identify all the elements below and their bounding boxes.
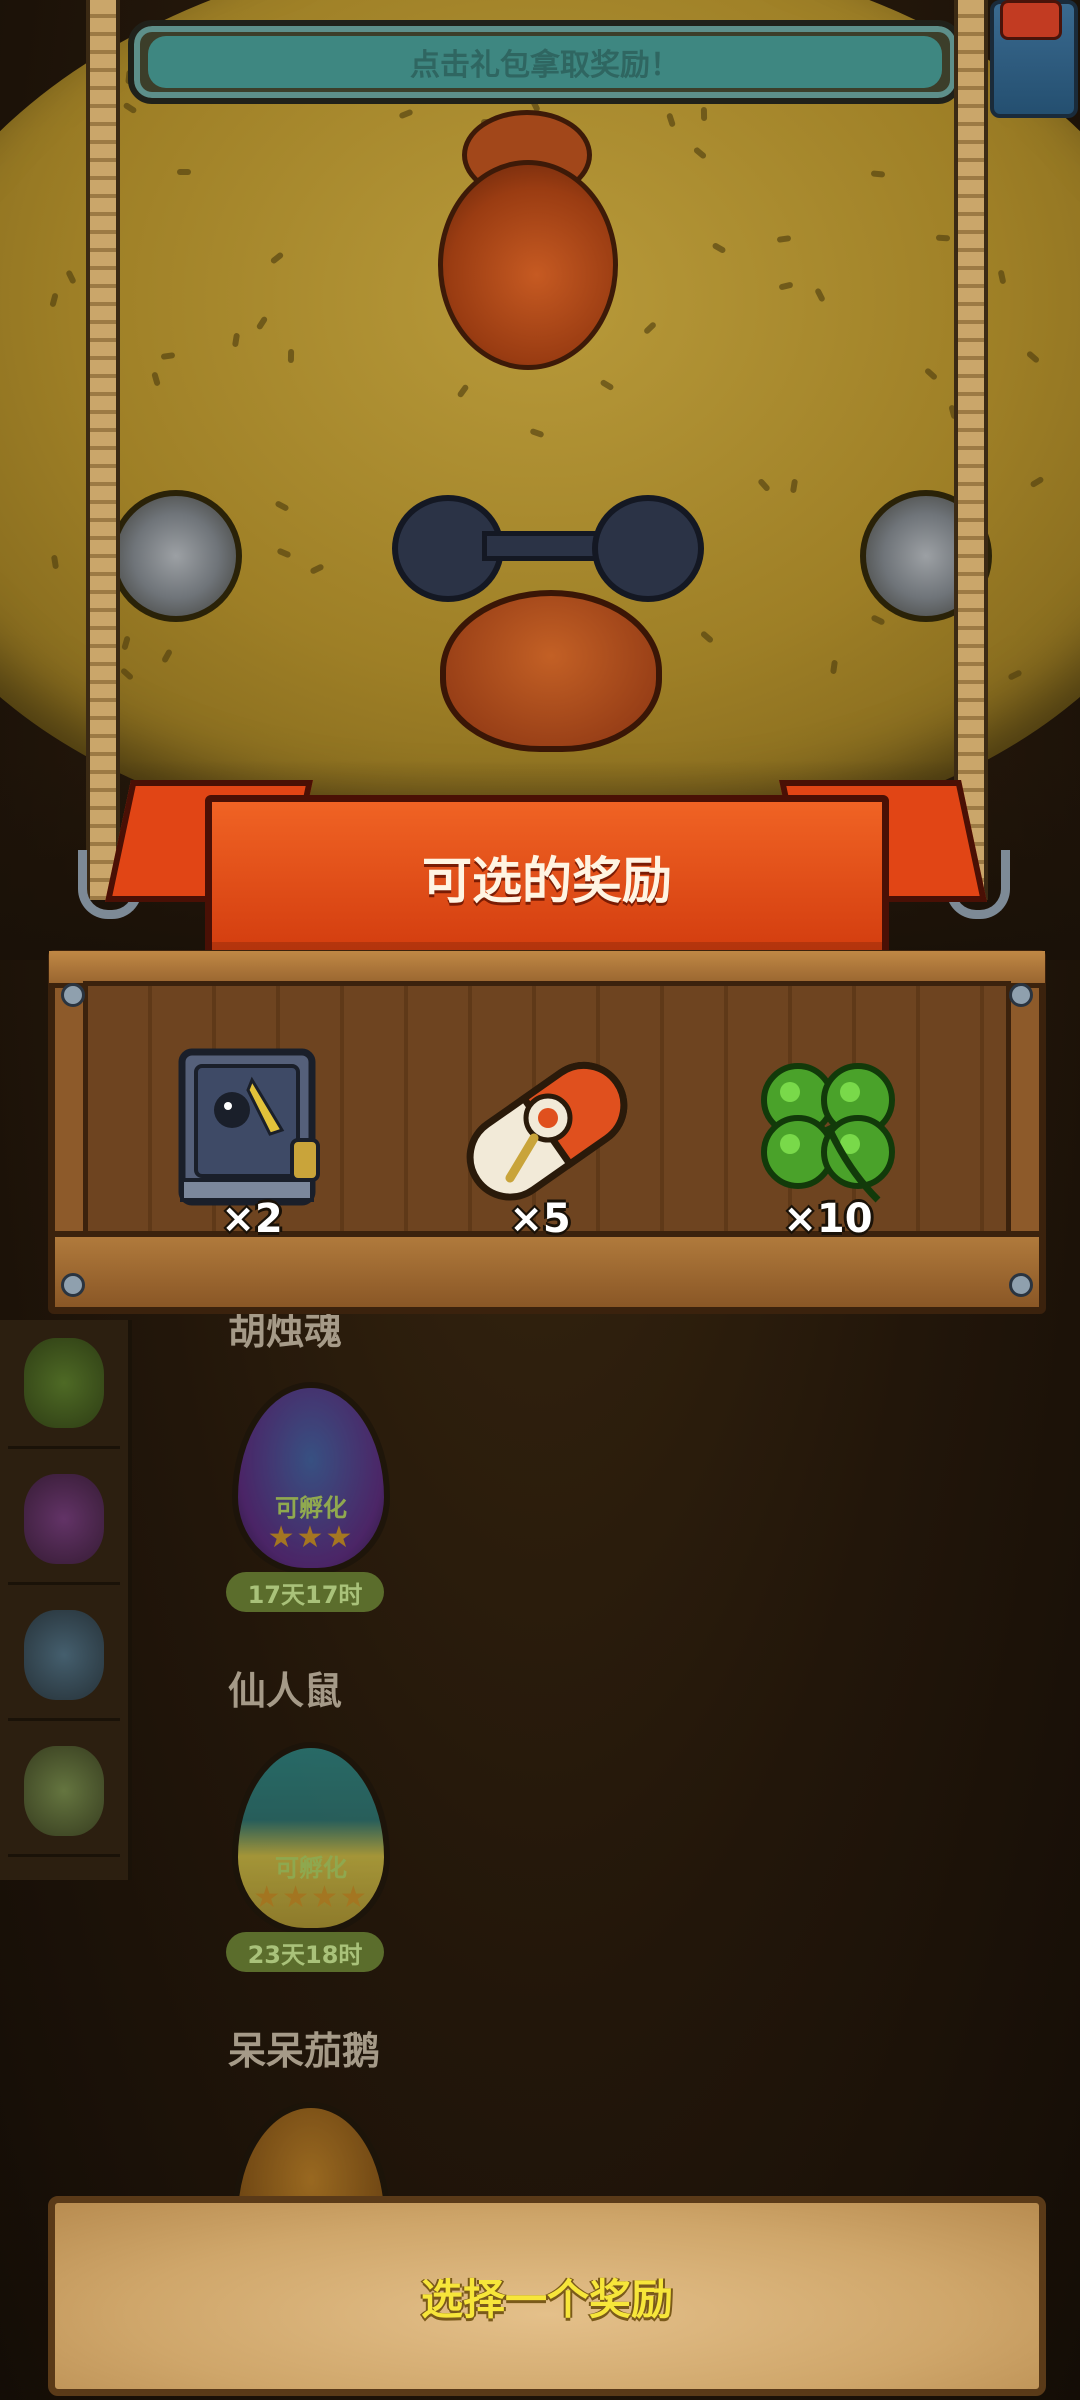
sidebar-item-grass[interactable] (8, 1728, 120, 1857)
goggles-icon (392, 495, 704, 602)
reward-count: ×2 (221, 1196, 283, 1242)
egg-timer: 17天17时 (226, 1572, 384, 1612)
egg-item[interactable]: 可孵化 ★★★ (232, 1382, 390, 1574)
reward-count: ×10 (783, 1196, 873, 1242)
select-reward-label: 选择一个奖励 (420, 2274, 673, 2324)
rope-right (954, 0, 988, 900)
egg-timer: 23天18时 (226, 1932, 384, 1972)
egg-name: 仙人鼠 (228, 1669, 343, 1713)
hatchable-label: 可孵化 (275, 1494, 347, 1522)
hint-banner: 点击礼包拿取奖励！ (128, 20, 962, 104)
eggplant-creature-icon (24, 1474, 104, 1564)
fur-speck (176, 168, 191, 175)
sidebar-item-chameleon[interactable] (8, 1592, 120, 1721)
fur-speck (936, 234, 951, 242)
reward-option-pill[interactable]: ×5 (440, 1040, 640, 1250)
rivet-icon (1009, 983, 1033, 1007)
grass-creature-icon (24, 1746, 104, 1836)
reward-title-ribbon: 可选的奖励 (205, 795, 889, 959)
rivet-icon (61, 983, 85, 1007)
sidebar-item-eggplant[interactable] (8, 1456, 120, 1585)
egg-item[interactable]: 可孵化 ★★★★ (232, 1742, 390, 1934)
creature-left-eye (110, 490, 242, 622)
sidebar-item-cactus[interactable] (8, 1320, 120, 1449)
gift-bow-icon (1000, 0, 1062, 40)
star-rating: ★★★ (267, 1520, 355, 1555)
snail-hat-icon (438, 160, 618, 370)
fur-speck (701, 106, 708, 121)
rivet-icon (61, 1273, 85, 1297)
reward-option-book[interactable]: ×2 (152, 1040, 352, 1250)
fur-speck (287, 348, 295, 363)
reward-option-clover[interactable]: ×10 (728, 1040, 928, 1250)
egg-name: 呆呆茄鹅 (228, 2029, 381, 2073)
pill-capsule-icon (466, 1061, 628, 1201)
chameleon-creature-icon (24, 1610, 104, 1700)
hatchable-label: 可孵化 (275, 1854, 347, 1882)
armored-book-icon (178, 1048, 320, 1206)
hint-text: 点击礼包拿取奖励！ (148, 36, 942, 88)
cactus-creature-icon (24, 1338, 104, 1428)
select-reward-button[interactable]: 选择一个奖励 (48, 2196, 1046, 2396)
four-leaf-clover-icon (761, 1063, 895, 1203)
rope-left (86, 0, 120, 900)
creature-beak (440, 590, 662, 752)
game-scene: 点击礼包拿取奖励！ 胡烛魂 可孵化 ★★★ 17天17时 仙人鼠 可孵化 ★★★… (0, 0, 1080, 2400)
creature-sidebar (0, 1320, 132, 1880)
reward-panel-title: 可选的奖励 (422, 852, 672, 910)
rivet-icon (1009, 1273, 1033, 1297)
reward-count: ×5 (509, 1196, 571, 1242)
star-rating: ★★★★ (253, 1880, 369, 1915)
